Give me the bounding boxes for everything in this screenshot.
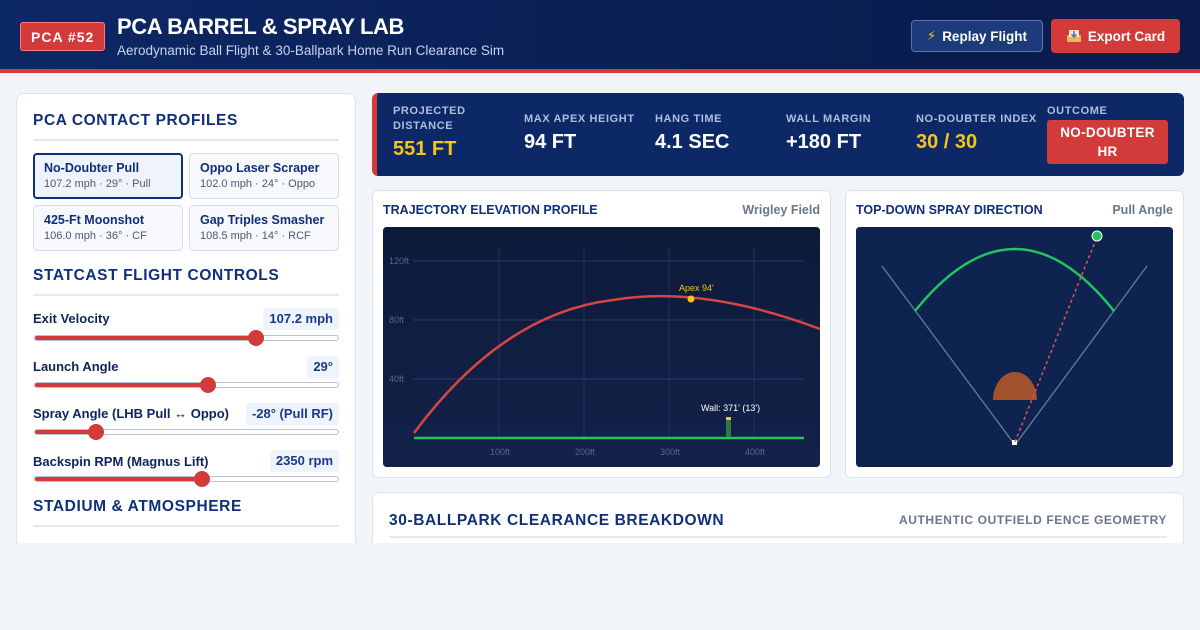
trajectory-title: TRAJECTORY ELEVATION PROFILE xyxy=(383,203,598,217)
launch-angle-label: Launch Angle xyxy=(33,359,119,374)
y-tick-label: 120ft xyxy=(389,256,410,266)
spray-meta: Pull Angle xyxy=(1112,203,1173,217)
launch-angle-slider[interactable] xyxy=(34,377,339,393)
profile-name: Gap Triples Smasher xyxy=(200,213,325,227)
apex-marker xyxy=(687,295,695,303)
wall-marker-cap xyxy=(726,417,731,420)
page-background-bottom xyxy=(0,543,1200,630)
trajectory-plot: 120ft 80ft 40ft 100ft 200ft 300ft 400ft … xyxy=(383,227,820,467)
pca-badge: PCA #52 xyxy=(20,22,106,51)
lightning-icon: ⚡ xyxy=(927,28,937,43)
stat-value: 30 / 30 xyxy=(916,131,978,153)
spray-card: TOP-DOWN SPRAY DIRECTION Pull Angle xyxy=(845,190,1184,478)
exit-velocity-slider[interactable] xyxy=(34,330,339,346)
clearance-meta: AUTHENTIC OUTFIELD FENCE GEOMETRY xyxy=(898,513,1167,527)
trajectory-card: TRAJECTORY ELEVATION PROFILE Wrigley Fie… xyxy=(372,190,831,478)
app-subtitle: Aerodynamic Ball Flight & 30-Ballpark Ho… xyxy=(117,43,505,58)
x-tick-label: 100ft xyxy=(490,447,511,457)
export-card-label: Export Card xyxy=(1087,28,1166,44)
stadium-atmosphere-heading: STADIUM & ATMOSPHERE xyxy=(33,498,339,527)
apex-label: Apex 94' xyxy=(679,283,714,293)
stat-max-apex-height: MAX APEX HEIGHT 94 FT xyxy=(524,112,635,195)
profile-name: Oppo Laser Scraper xyxy=(200,161,320,175)
outcome-line-1: NO-DOUBTER xyxy=(1060,125,1155,140)
stat-outcome: OUTCOME NO-DOUBTER HR xyxy=(1047,104,1168,187)
backspin-rpm-label: Backspin RPM (Magnus Lift) xyxy=(33,454,209,469)
exit-velocity-value: 107.2 mph xyxy=(263,308,339,330)
slider-thumb[interactable] xyxy=(199,377,216,393)
x-tick-label: 200ft xyxy=(575,447,596,457)
launch-angle-value: 29° xyxy=(307,356,339,378)
y-tick-label: 40ft xyxy=(389,374,405,384)
x-tick-label: 400ft xyxy=(745,447,766,457)
landing-marker xyxy=(1091,230,1103,242)
export-tray-icon xyxy=(1066,30,1081,42)
profile-card-425ft-moonshot[interactable]: 425-Ft Moonshot 106.0 mph · 36° · CF xyxy=(33,205,183,251)
profile-name: 425-Ft Moonshot xyxy=(44,213,144,227)
y-tick-label: 80ft xyxy=(389,315,405,325)
profile-card-gap-triples-smasher[interactable]: Gap Triples Smasher 108.5 mph · 14° · RC… xyxy=(189,205,339,251)
trajectory-svg: 120ft 80ft 40ft 100ft 200ft 300ft 400ft … xyxy=(383,227,820,467)
stat-label: HANG TIME xyxy=(655,113,723,125)
export-card-button[interactable]: Export Card xyxy=(1051,19,1180,53)
outcome-label: OUTCOME xyxy=(1047,105,1108,117)
backspin-rpm-value: 2350 rpm xyxy=(269,450,339,472)
outcome-badge: NO-DOUBTER HR xyxy=(1047,120,1168,164)
slider-thumb[interactable] xyxy=(248,330,265,346)
spray-angle-label: Spray Angle (LHB Pull ↔ Oppo) xyxy=(33,406,229,421)
slider-fill xyxy=(35,477,202,481)
profile-stats: 106.0 mph · 36° · CF xyxy=(44,230,147,242)
stat-hang-time: HANG TIME 4.1 SEC xyxy=(655,112,729,195)
divider xyxy=(389,536,1167,538)
profile-card-oppo-laser-scraper[interactable]: Oppo Laser Scraper 102.0 mph · 24° · Opp… xyxy=(189,153,339,199)
flight-stats-bar: PROJECTED DISTANCE 551 FT MAX APEX HEIGH… xyxy=(372,93,1184,176)
profile-stats: 107.2 mph · 29° · Pull xyxy=(44,178,151,190)
wall-label: Wall: 371' (13') xyxy=(701,403,760,413)
spray-title: TOP-DOWN SPRAY DIRECTION xyxy=(856,203,1043,217)
ballpark-name: Wrigley Field xyxy=(742,203,820,217)
slider-fill xyxy=(35,336,257,340)
control-panel: PCA CONTACT PROFILES No-Doubter Pull 107… xyxy=(16,93,356,563)
contact-profiles-heading: PCA CONTACT PROFILES xyxy=(33,112,339,141)
outcome-line-2: HR xyxy=(1097,144,1118,159)
stat-value: 4.1 SEC xyxy=(655,131,730,153)
spray-angle-value: -28° (Pull RF) xyxy=(245,403,339,425)
profile-stats: 102.0 mph · 24° · Oppo xyxy=(200,178,316,190)
spray-angle-slider[interactable] xyxy=(34,424,339,440)
profile-stats: 108.5 mph · 14° · RCF xyxy=(200,230,311,242)
spray-plot xyxy=(856,227,1173,467)
stat-wall-margin: WALL MARGIN +180 FT xyxy=(786,112,871,195)
slider-thumb[interactable] xyxy=(193,471,210,487)
wall-marker xyxy=(726,419,731,437)
stat-value: 551 FT xyxy=(393,138,457,160)
replay-flight-label: Replay Flight xyxy=(942,28,1027,44)
slider-fill xyxy=(35,383,208,387)
stat-label: PROJECTED DISTANCE xyxy=(393,105,466,132)
clearance-title: 30-BALLPARK CLEARANCE BREAKDOWN xyxy=(389,512,725,529)
stat-label: MAX APEX HEIGHT xyxy=(524,113,635,125)
x-tick-label: 300ft xyxy=(660,447,681,457)
flight-controls-heading: STATCAST FLIGHT CONTROLS xyxy=(33,267,339,296)
backspin-rpm-slider[interactable] xyxy=(34,471,339,487)
app-header: PCA #52 PCA BARREL & SPRAY LAB Aerodynam… xyxy=(0,0,1200,73)
profile-name: No-Doubter Pull xyxy=(44,161,140,175)
stat-no-doubter-index: NO-DOUBTER INDEX 30 / 30 xyxy=(916,112,1037,195)
stat-projected-distance: PROJECTED DISTANCE 551 FT xyxy=(393,104,493,187)
stat-label: NO-DOUBTER INDEX xyxy=(916,113,1037,125)
profile-card-no-doubter-pull[interactable]: No-Doubter Pull 107.2 mph · 29° · Pull xyxy=(33,153,183,199)
replay-flight-button[interactable]: ⚡ Replay Flight xyxy=(911,20,1043,52)
stat-value: 94 FT xyxy=(524,131,577,153)
spray-svg xyxy=(856,227,1173,467)
stat-value: +180 FT xyxy=(786,131,862,153)
slider-thumb[interactable] xyxy=(87,424,104,440)
slider-fill xyxy=(35,430,96,434)
exit-velocity-label: Exit Velocity xyxy=(33,311,110,326)
app-title: PCA BARREL & SPRAY LAB xyxy=(117,14,405,39)
stat-label: WALL MARGIN xyxy=(786,113,872,125)
